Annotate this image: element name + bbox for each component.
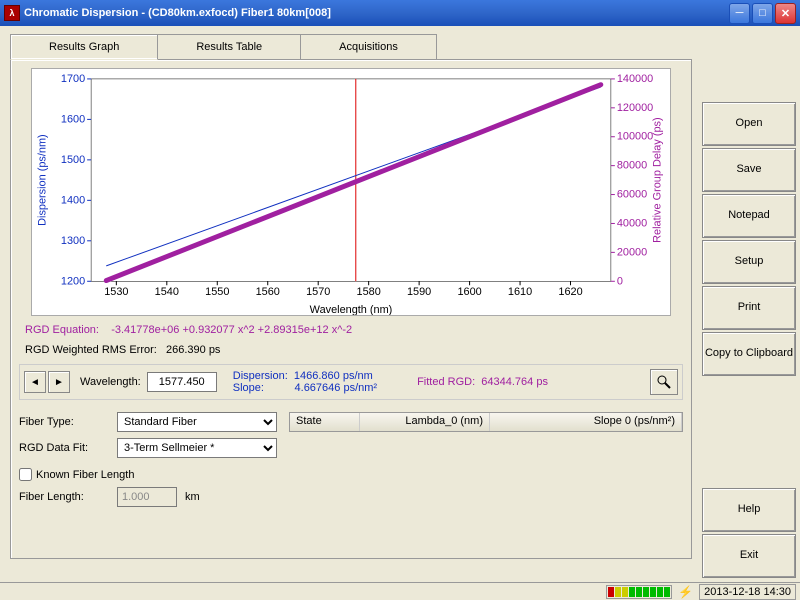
wavelength-label: Wavelength: (80, 376, 141, 388)
rgd-fit-label: RGD Data Fit: (19, 442, 109, 454)
tab-bar: Results Graph Results Table Acquisitions (10, 34, 692, 60)
wavelength-prev-button[interactable]: ◄ (24, 371, 46, 393)
svg-text:1620: 1620 (558, 286, 582, 298)
dispersion-value: 1466.860 ps/nm (294, 370, 373, 382)
signal-meter (606, 585, 672, 599)
svg-text:1540: 1540 (155, 286, 179, 298)
copy-clipboard-button[interactable]: Copy to Clipboard (702, 332, 796, 376)
tab-results-table[interactable]: Results Table (157, 34, 301, 60)
svg-text:Relative Group Delay (ps): Relative Group Delay (ps) (651, 117, 663, 242)
svg-text:1700: 1700 (61, 73, 85, 85)
svg-text:Dispersion (ps/nm): Dispersion (ps/nm) (36, 134, 48, 226)
slope-value: 4.667646 ps/nm² (295, 382, 378, 394)
slope-label: Slope: (233, 382, 264, 394)
known-fiber-length-label: Known Fiber Length (36, 469, 134, 481)
tab-pane: 1530 1540 1550 1560 1570 1580 1590 1600 1610 1620… (10, 59, 692, 559)
close-button[interactable]: ✕ (775, 3, 796, 24)
save-button[interactable]: Save (702, 148, 796, 192)
svg-text:1200: 1200 (61, 275, 85, 287)
fitted-rgd-value: 64344.764 ps (481, 376, 548, 388)
known-fiber-length-checkbox[interactable] (19, 468, 32, 481)
svg-text:1600: 1600 (61, 113, 85, 125)
svg-text:0: 0 (617, 275, 623, 287)
svg-text:60000: 60000 (617, 189, 647, 201)
sidebar: Open Save Notepad Setup Print Copy to Cl… (698, 26, 800, 582)
window-title: Chromatic Dispersion - (CD80km.exfocd) F… (24, 7, 729, 19)
tab-acquisitions[interactable]: Acquisitions (300, 34, 437, 60)
svg-text:40000: 40000 (617, 217, 647, 229)
fiber-type-select[interactable]: Standard Fiber (117, 412, 277, 432)
wavelength-row: ◄ ► Wavelength: Dispersion: 1466.860 ps/… (19, 364, 683, 400)
results-table-header: State Lambda_0 (nm) Slope 0 (ps/nm²) (289, 412, 683, 432)
fitted-rgd-label: Fitted RGD: (417, 376, 475, 388)
setup-button[interactable]: Setup (702, 240, 796, 284)
status-datetime: 2013-12-18 14:30 (699, 584, 796, 600)
svg-text:1300: 1300 (61, 235, 85, 247)
fiber-type-label: Fiber Type: (19, 416, 109, 428)
svg-text:1550: 1550 (205, 286, 229, 298)
svg-text:20000: 20000 (617, 246, 647, 258)
svg-text:Wavelength (nm): Wavelength (nm) (310, 304, 393, 315)
svg-text:120000: 120000 (617, 102, 653, 114)
status-bar: ⚡ 2013-12-18 14:30 (0, 582, 800, 600)
app-icon: λ (4, 5, 20, 21)
svg-text:100000: 100000 (617, 131, 653, 143)
notepad-button[interactable]: Notepad (702, 194, 796, 238)
open-button[interactable]: Open (702, 102, 796, 146)
rms-error-label: RGD Weighted RMS Error: (25, 344, 157, 356)
tab-results-graph[interactable]: Results Graph (10, 34, 158, 60)
svg-text:1610: 1610 (508, 286, 532, 298)
svg-text:80000: 80000 (617, 160, 647, 172)
title-bar: λ Chromatic Dispersion - (CD80km.exfocd)… (0, 0, 800, 26)
svg-text:1500: 1500 (61, 154, 85, 166)
svg-text:1580: 1580 (357, 286, 381, 298)
col-slope: Slope 0 (ps/nm²) (490, 413, 682, 431)
svg-text:1590: 1590 (407, 286, 431, 298)
wavelength-next-button[interactable]: ► (48, 371, 70, 393)
wavelength-input[interactable] (147, 372, 217, 392)
svg-text:1560: 1560 (256, 286, 280, 298)
svg-text:1530: 1530 (104, 286, 128, 298)
col-lambda: Lambda_0 (nm) (360, 413, 490, 431)
exit-button[interactable]: Exit (702, 534, 796, 578)
print-button[interactable]: Print (702, 286, 796, 330)
rgd-equation-label: RGD Equation: (25, 324, 99, 336)
rgd-equation-value: -3.41778e+06 +0.932077 x^2 +2.89315e+12 … (111, 324, 352, 336)
svg-text:1600: 1600 (457, 286, 481, 298)
fiber-length-unit: km (185, 491, 200, 503)
fiber-length-input (117, 487, 177, 507)
col-state: State (290, 413, 360, 431)
dispersion-label: Dispersion: (233, 370, 288, 382)
svg-text:1400: 1400 (61, 194, 85, 206)
minimize-button[interactable]: ─ (729, 3, 750, 24)
magnifier-icon (656, 374, 672, 390)
maximize-button[interactable]: □ (752, 3, 773, 24)
fiber-length-label: Fiber Length: (19, 491, 109, 503)
chart-area[interactable]: 1530 1540 1550 1560 1570 1580 1590 1600 1610 1620… (31, 68, 671, 316)
help-button[interactable]: Help (702, 488, 796, 532)
svg-text:1570: 1570 (306, 286, 330, 298)
zoom-button[interactable] (650, 369, 678, 395)
rgd-fit-select[interactable]: 3-Term Sellmeier * (117, 438, 277, 458)
power-icon: ⚡ (678, 585, 693, 599)
rms-error-value: 266.390 ps (166, 344, 220, 356)
svg-text:140000: 140000 (617, 73, 653, 85)
